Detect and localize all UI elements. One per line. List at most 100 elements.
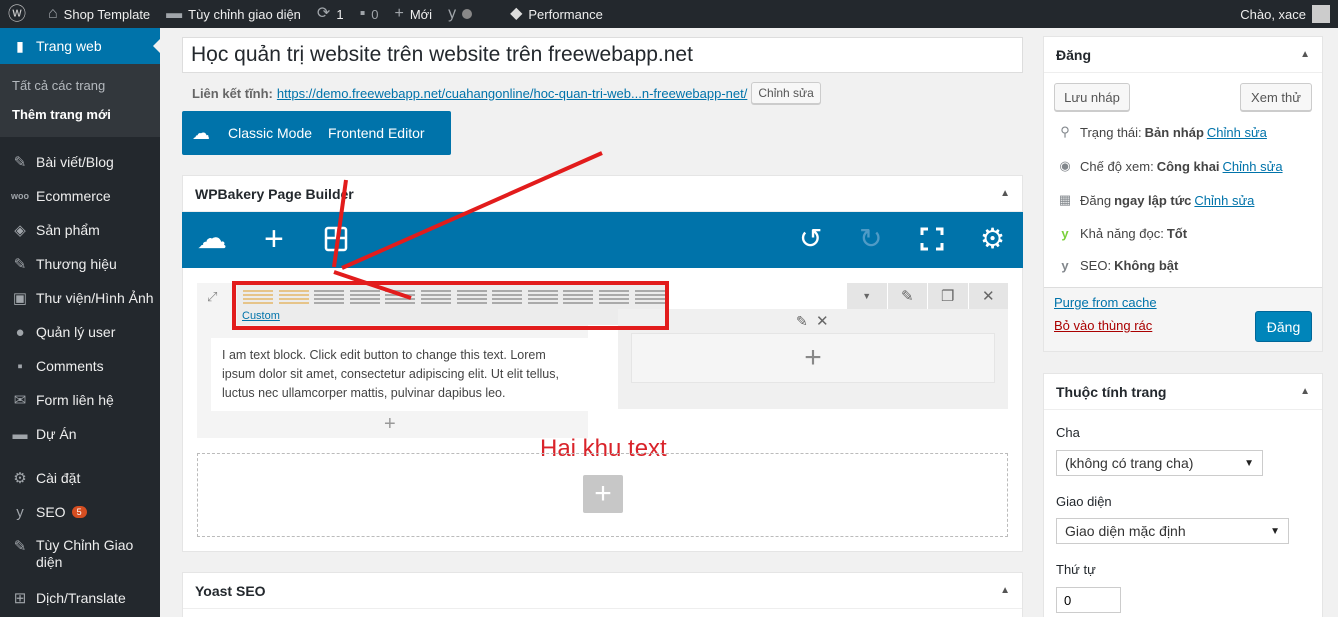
wpbakery-box-header[interactable]: WPBakery Page Builder ▲ [183,176,1022,212]
visibility-edit-link[interactable]: Chỉnh sửa [1223,159,1283,174]
sidebar-item-brands[interactable]: ✎ Thương hiệu [0,247,160,281]
status-dot-icon [462,9,473,19]
row-delete-icon[interactable]: ✕ [968,283,1008,309]
sidebar-item-customize[interactable]: ✎ Tùy Chỉnh Giao diện [0,529,160,581]
avatar [1312,5,1330,23]
sidebar-item-media[interactable]: ▣ Thư viện/Hình Ảnh [0,281,160,315]
submenu-all-pages[interactable]: Tất cả các trang [0,71,160,100]
parent-select[interactable]: (không có trang cha) ▼ [1056,450,1263,476]
collapse-icon[interactable]: ▲ [1000,585,1010,596]
schedule-edit-link[interactable]: Chỉnh sửa [1194,193,1254,208]
yoast-seo-box: Yoast SEO ▲ [182,572,1023,617]
undo-icon[interactable]: ↺ [799,224,822,254]
readability-row: y Khả năng đọc: Tốt [1056,226,1187,241]
sidebar-item-settings[interactable]: ⚙ Cài đặt [0,461,160,495]
order-input[interactable] [1056,587,1121,613]
post-title-input[interactable] [182,37,1023,73]
sidebar-item-translate[interactable]: ⊞ Dịch/Translate [0,581,160,615]
column-delete-icon[interactable]: ✕ [816,312,829,330]
sidebar-item-ecommerce[interactable]: woo Ecommerce [0,179,160,213]
text-block-element[interactable]: I am text block. Click edit button to ch… [211,338,588,411]
add-to-column-icon[interactable]: + [384,413,396,436]
save-draft-button[interactable]: Lưu nháp [1054,83,1130,111]
sidebar-item-comments[interactable]: ▪ Comments [0,349,160,383]
add-element-icon[interactable]: + [264,222,284,256]
status-row: ⚲ Trạng thái: Bản nháp Chỉnh sửa [1056,124,1267,140]
pages-submenu: Tất cả các trang Thêm trang mới [0,64,160,137]
redo-icon[interactable]: ↻ [859,224,882,254]
yoast-adminbar-link[interactable]: y [440,0,480,28]
wpbakery-logo-icon[interactable]: ☁ [197,224,227,254]
row-toggle-icon[interactable]: ▼ [847,283,887,309]
move-to-trash-link[interactable]: Bỏ vào thùng rác [1054,318,1152,333]
dropdown-caret-icon: ▼ [1270,525,1280,537]
parent-label: Cha [1056,425,1080,440]
collapse-icon[interactable]: ▲ [1300,386,1310,397]
template-label: Giao diện [1056,494,1112,509]
seo-count-badge: 5 [71,506,87,518]
yoast-readability-icon: y [1061,226,1069,241]
collapse-icon[interactable]: ▲ [1000,188,1010,199]
sidebar-item-users[interactable]: ● Quản lý user [0,315,160,349]
fullscreen-icon[interactable] [920,227,944,257]
performance-icon: ◆ [510,5,523,22]
account-link[interactable]: Chào, xace [1232,0,1338,28]
yoast-seo-icon: y [1061,258,1069,273]
settings-icon: ⚙ [13,470,27,487]
sidebar-item-products[interactable]: ◈ Sản phẩm [0,213,160,247]
new-content-link[interactable]: + Mới [386,0,440,28]
status-edit-link[interactable]: Chỉnh sửa [1207,125,1267,140]
customize-link[interactable]: ▬ Tùy chỉnh giao diện [158,0,309,28]
publish-box-header[interactable]: Đăng ▲ [1044,37,1322,73]
column-edit-icon[interactable]: ✎ [796,313,808,330]
sidebar-item-projects[interactable]: ▬ Dự Án [0,417,160,451]
pin-icon: ✎ [13,256,27,273]
page-attributes-header[interactable]: Thuộc tính trang ▲ [1044,374,1322,410]
classic-mode-button[interactable]: Classic Mode [220,125,320,141]
permalink-link[interactable]: https://demo.freewebapp.net/cuahangonlin… [277,86,747,101]
sidebar-item-seo[interactable]: y SEO 5 [0,495,160,529]
sidebar-item-contact-form[interactable]: ✉ Form liên hệ [0,383,160,417]
wpbakery-logo-icon: ☁ [192,122,210,143]
wpbakery-toolbar: ☁ + ↺ ↻ ⚙ [182,212,1023,268]
admin-bar: ⓦ ⌂ Shop Template ▬ Tùy chỉnh giao diện ⟳ 1… [0,0,1338,28]
sidebar-item-pages[interactable]: ▮ Trang web [0,28,160,64]
dropdown-caret-icon: ▼ [1244,457,1254,469]
eye-icon: ◉ [1059,158,1071,173]
comments-link[interactable]: ▪ 0 [352,0,387,28]
performance-link[interactable]: ◆ Performance [502,0,611,28]
template-select[interactable]: Giao diện mặc định ▼ [1056,518,1289,544]
settings-gear-icon[interactable]: ⚙ [980,224,1005,254]
admin-sidebar: ▮ Trang web Tất cả các trang Thêm trang … [0,28,160,617]
row-clone-icon[interactable]: ❐ [928,283,968,309]
editor-mode-bar: ☁ Classic Mode Frontend Editor [182,111,451,155]
comment-icon: ▪ [359,5,366,22]
sidebar-item-posts[interactable]: ✎ Bài viết/Blog [0,145,160,179]
purge-cache-link[interactable]: Purge from cache [1054,295,1157,310]
add-element-plus-icon[interactable]: + [804,341,822,375]
home-icon: ⌂ [48,5,58,22]
woo-icon: woo [11,191,29,201]
calendar-icon: ▦ [1058,192,1072,207]
publish-title: Đăng [1056,46,1091,63]
submenu-add-new[interactable]: Thêm trang mới [0,100,160,129]
publish-button[interactable]: Đăng [1255,311,1312,342]
wordpress-logo-icon[interactable]: ⓦ [0,0,40,28]
templates-icon[interactable] [324,226,348,258]
yoast-icon: y [448,5,457,22]
frontend-editor-button[interactable]: Frontend Editor [320,125,433,141]
move-row-icon[interactable]: ⤢ [207,289,217,305]
add-row-button[interactable]: + [583,475,623,513]
permalink-edit-button[interactable]: Chỉnh sửa [751,82,821,104]
pin-icon: ⚲ [1060,124,1070,139]
row-edit-icon[interactable]: ✎ [887,283,927,309]
preview-button[interactable]: Xem thử [1240,83,1312,111]
refresh-icon: ⟳ [316,5,331,22]
collapse-icon[interactable]: ▲ [1300,49,1310,60]
site-name-link[interactable]: ⌂ Shop Template [40,0,158,28]
permalink-label: Liên kết tĩnh: [192,85,273,101]
page-attributes-title: Thuộc tính trang [1056,383,1167,400]
updates-link[interactable]: ⟳ 1 [309,0,352,28]
column-empty-area[interactable]: + [631,333,995,383]
yoast-box-header[interactable]: Yoast SEO ▲ [183,573,1022,609]
